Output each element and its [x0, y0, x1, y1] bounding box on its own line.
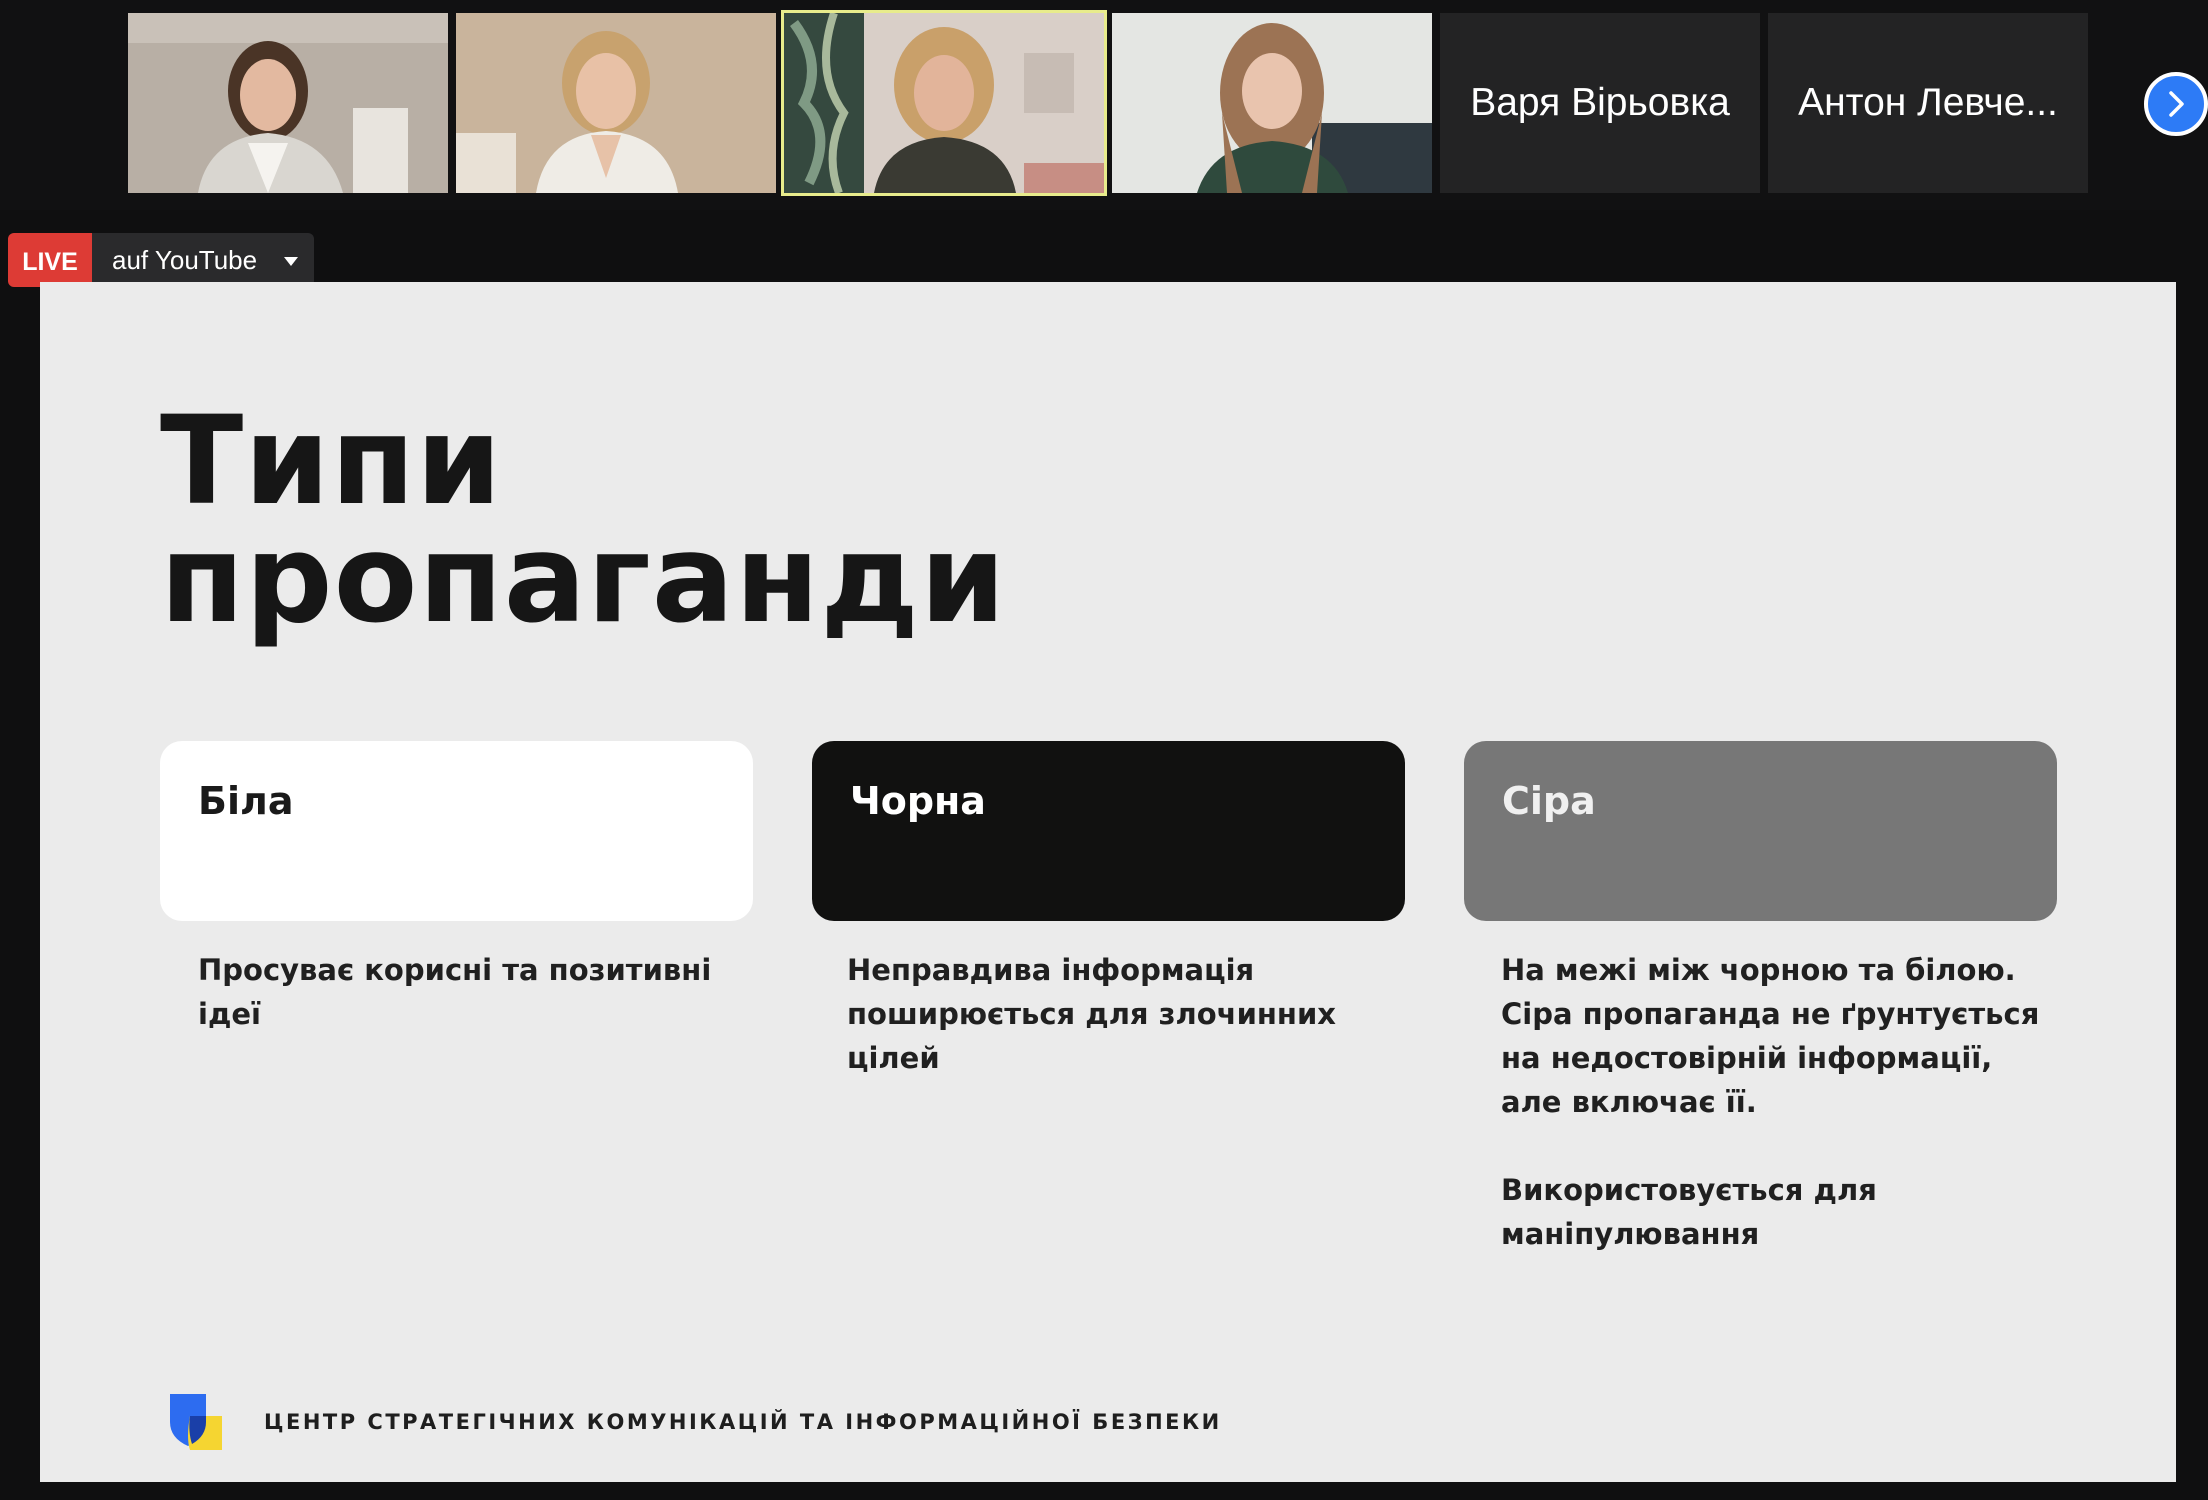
participant-video-tile-active-speaker[interactable] [781, 10, 1107, 196]
participant-name: Варя Вірьовка [1470, 81, 1730, 124]
card-white-propaganda: Біла [160, 741, 753, 921]
participant-name: Антон Левче... [1798, 81, 2058, 124]
participant-video [456, 13, 776, 193]
live-stream-indicator: LIVE auf YouTube [8, 233, 314, 287]
slide-footer: ЦЕНТР СТРАТЕГІЧНИХ КОМУНІКАЦІЙ ТА ІНФОРМ… [168, 1392, 1222, 1452]
card-label: Чорна [850, 779, 986, 823]
participant-video-tile[interactable] [128, 13, 448, 193]
slide-title-line-1: Типи [160, 390, 503, 532]
card-label: Біла [198, 779, 294, 823]
card-grey-propaganda: Сіра [1464, 741, 2057, 921]
live-destination-label: auf YouTube [112, 244, 258, 275]
organization-logo-icon [170, 1394, 222, 1450]
description-text: Неправдива інформація поширюється для зл… [847, 953, 1336, 1075]
card-black-description: Неправдива інформація поширюється для зл… [847, 948, 1367, 1080]
participant-video [784, 13, 1104, 193]
live-badge: LIVE [8, 233, 92, 287]
participant-video-tile[interactable] [1112, 13, 1432, 193]
participant-video-tile[interactable] [456, 13, 776, 193]
shared-screen-slide: Типи пропаганди Біла Чорна Сіра Просуває… [40, 282, 2176, 1482]
participants-strip: Варя Вірьовка Антон Левче... [0, 0, 2208, 210]
description-text: Використовується для маніпулювання [1501, 1173, 1877, 1251]
participant-video [1112, 13, 1432, 193]
card-grey-description: На межі між чорною та білою. Сіра пропаг… [1501, 948, 2061, 1256]
slide-title: Типи пропаганди [160, 390, 1360, 650]
description-text: Просуває корисні та позитивні ідеї [198, 953, 712, 1031]
description-text: На межі між чорною та білою. Сіра пропаг… [1501, 953, 2040, 1119]
card-label: Сіра [1502, 779, 1596, 823]
card-black-propaganda: Чорна [812, 741, 1405, 921]
participant-video [128, 13, 448, 193]
caret-down-icon [284, 257, 298, 266]
live-destination-dropdown[interactable]: auf YouTube [92, 233, 314, 287]
participant-name-tile[interactable]: Варя Вірьовка [1440, 13, 1760, 193]
participant-name-tile[interactable]: Антон Левче... [1768, 13, 2088, 193]
footer-organization-name: ЦЕНТР СТРАТЕГІЧНИХ КОМУНІКАЦІЙ ТА ІНФОРМ… [264, 1410, 1222, 1434]
chevron-right-icon [2169, 91, 2184, 117]
card-white-description: Просуває корисні та позитивні ідеї [198, 948, 718, 1036]
slide-title-line-2: пропаганди [160, 508, 1007, 650]
next-participants-button[interactable] [2144, 72, 2208, 136]
